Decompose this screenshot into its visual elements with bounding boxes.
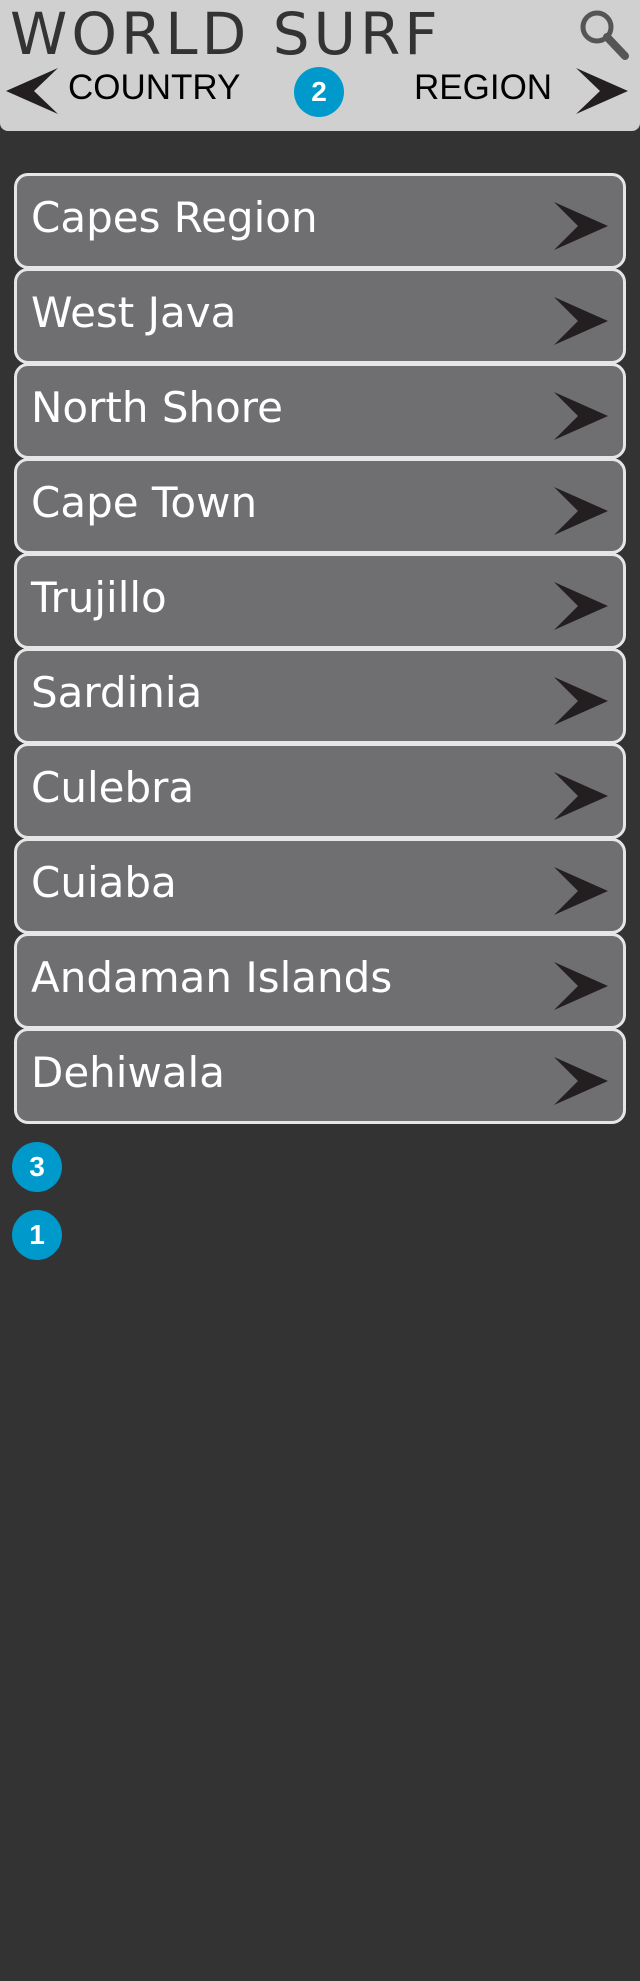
region-list-item[interactable]: Culebra bbox=[14, 743, 626, 839]
region-list-item[interactable]: North Shore bbox=[14, 363, 626, 459]
annotation-badge: 1 bbox=[12, 1210, 62, 1260]
chevron-right-icon bbox=[552, 865, 610, 917]
chevron-right-icon bbox=[552, 200, 610, 252]
region-label: Sardinia bbox=[31, 668, 203, 717]
region-link[interactable]: REGION bbox=[414, 64, 552, 112]
region-list-item[interactable]: West Java bbox=[14, 268, 626, 364]
search-button[interactable] bbox=[575, 6, 631, 62]
region-list-item[interactable]: Capes Region bbox=[14, 173, 626, 269]
region-list-item[interactable]: Cape Town bbox=[14, 458, 626, 554]
page: WORLD SURF COUNTRY 2 REGION Capes Region… bbox=[0, 0, 640, 1981]
region-label: Cuiaba bbox=[31, 858, 177, 907]
region-list-item[interactable]: Cuiaba bbox=[14, 838, 626, 934]
region-list-item[interactable]: Dehiwala bbox=[14, 1028, 626, 1124]
chevron-right-icon bbox=[552, 770, 610, 822]
chevron-left-icon bbox=[6, 68, 58, 114]
next-button[interactable] bbox=[574, 66, 630, 116]
chevron-right-icon bbox=[552, 675, 610, 727]
annotation-badge: 3 bbox=[12, 1142, 62, 1192]
country-link[interactable]: COUNTRY bbox=[68, 64, 240, 112]
region-label: North Shore bbox=[31, 383, 283, 432]
chevron-right-icon bbox=[552, 390, 610, 442]
chevron-right-icon bbox=[552, 960, 610, 1012]
region-label: West Java bbox=[31, 288, 237, 337]
region-list-item[interactable]: Andaman Islands bbox=[14, 933, 626, 1029]
chevron-right-icon bbox=[552, 580, 610, 632]
chevron-right-icon bbox=[552, 295, 610, 347]
chevron-right-icon bbox=[552, 1055, 610, 1107]
prev-button[interactable] bbox=[4, 66, 60, 116]
chevron-right-icon bbox=[552, 485, 610, 537]
app-title: WORLD SURF bbox=[10, 0, 442, 68]
header-bar: WORLD SURF COUNTRY 2 REGION bbox=[0, 0, 640, 131]
chevron-right-icon bbox=[576, 68, 628, 114]
step-badge: 2 bbox=[294, 67, 344, 117]
region-label: Cape Town bbox=[31, 478, 258, 527]
region-list-item[interactable]: Trujillo bbox=[14, 553, 626, 649]
region-list: Capes Region West Java North Shore Cape Tow… bbox=[14, 173, 626, 1124]
search-icon bbox=[580, 10, 629, 60]
region-label: Andaman Islands bbox=[31, 953, 393, 1002]
region-list-item[interactable]: Sardinia bbox=[14, 648, 626, 744]
region-label: Trujillo bbox=[31, 573, 167, 622]
region-label: Culebra bbox=[31, 763, 195, 812]
region-label: Capes Region bbox=[31, 193, 318, 242]
region-label: Dehiwala bbox=[31, 1048, 225, 1097]
